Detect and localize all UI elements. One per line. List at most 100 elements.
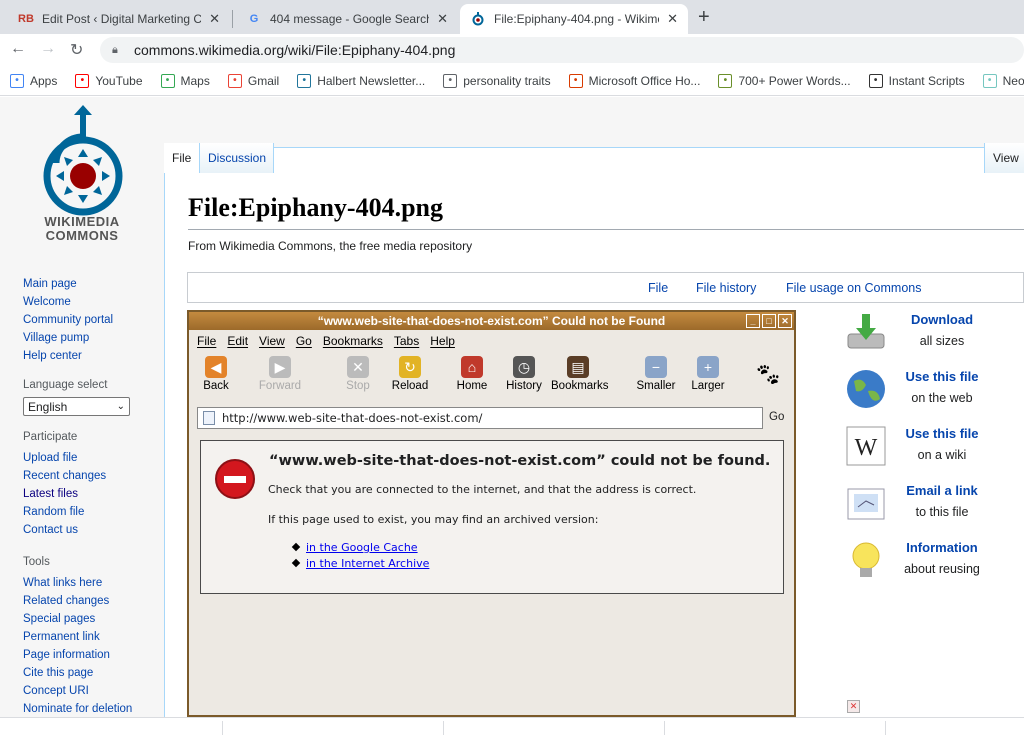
- page-tabs: File Discussion View: [164, 143, 1024, 173]
- file-tool-subtitle: all sizes: [919, 334, 965, 348]
- file-tool-4[interactable]: Information about reusing: [842, 538, 1024, 588]
- sidebar-item-recent-changes[interactable]: Recent changes: [23, 467, 158, 485]
- epiphany-larger-button: + Larger: [681, 356, 735, 392]
- sidebar-item-permanent-link[interactable]: Permanent link: [23, 628, 158, 646]
- file-tool-title[interactable]: Download: [890, 312, 994, 327]
- epiphany-reload-button: ↻ Reload: [383, 356, 437, 392]
- bookmark-item[interactable]: • Gmail: [227, 73, 280, 88]
- epiphany-toolbar: ◀ Back ▶ Forward ✕ Stop ↻ Reload ⌂ Home ◷ History ▤ B…: [189, 352, 794, 402]
- bookmarks-icon: ▤: [567, 356, 589, 378]
- close-tab-icon[interactable]: ✕: [667, 11, 678, 27]
- sidebar-item-concept-uri[interactable]: Concept URI: [23, 682, 158, 700]
- forward-arrow-icon[interactable]: →: [40, 40, 56, 58]
- file-tool-3[interactable]: Email a link to this file: [842, 481, 1024, 531]
- bookmark-item[interactable]: • Neora Fi: [982, 73, 1024, 88]
- close-tab-icon[interactable]: ✕: [437, 11, 448, 27]
- bookmark-item[interactable]: • personality traits: [443, 73, 551, 88]
- file-tool-2[interactable]: W Use this file on a wiki: [842, 424, 1024, 474]
- toolbar-label: Reload: [391, 380, 429, 392]
- close-tab-icon[interactable]: ✕: [209, 11, 220, 27]
- file-image[interactable]: “www.web-site-that-does-not-exist.com” C…: [187, 310, 796, 717]
- file-tool-1[interactable]: Use this file on the web: [842, 367, 1024, 417]
- language-select[interactable]: English ⌄: [23, 397, 130, 416]
- sidebar-item-latest-files[interactable]: Latest files: [23, 485, 158, 503]
- error-heading: “www.web-site-that-does-not-exist.com” c…: [269, 453, 771, 469]
- tab-title: Edit Post ‹ Digital Marketing Com: [42, 12, 202, 26]
- file-tool-title[interactable]: Use this file: [890, 426, 994, 441]
- back-arrow-icon[interactable]: ←: [10, 40, 26, 58]
- epiphany-location-bar: http://www.web-site-that-does-not-exist.…: [189, 402, 794, 434]
- bookmark-item[interactable]: • Halbert Newsletter...: [297, 73, 425, 88]
- globe-icon: •: [443, 73, 458, 88]
- address-bar-row: ← → ↻ 🔒︎ commons.wikimedia.org/wiki/File…: [0, 34, 1024, 66]
- bookmark-item[interactable]: • 700+ Power Words...: [718, 73, 851, 88]
- reload-icon[interactable]: ↻: [70, 40, 83, 60]
- link-file-history[interactable]: File history: [696, 281, 756, 295]
- epiphany-bookmarks-button: ▤ Bookmarks: [551, 356, 609, 392]
- office-icon: •: [568, 73, 583, 88]
- new-tab-button[interactable]: +: [698, 6, 710, 29]
- epiphany-url-field: http://www.web-site-that-does-not-exist.…: [197, 407, 763, 429]
- file-tool-subtitle: about reusing: [904, 562, 980, 576]
- epiphany-menu-view: View: [259, 334, 285, 348]
- sidebar-item-related-changes[interactable]: Related changes: [23, 592, 158, 610]
- error-text-2: If this page used to exist, you may find…: [268, 513, 599, 526]
- toolbar-label: Stop: [346, 380, 370, 392]
- sidebar-item-village-pump[interactable]: Village pump: [23, 329, 158, 347]
- bookmark-label: personality traits: [463, 73, 551, 88]
- bookmark-item[interactable]: • Instant Scripts: [868, 73, 965, 88]
- bookmark-label: Microsoft Office Ho...: [588, 73, 701, 88]
- google-cache-link: in the Google Cache: [306, 541, 418, 554]
- tab-view[interactable]: View: [984, 143, 1024, 173]
- gear-icon: •: [868, 73, 883, 88]
- browser-tab-active[interactable]: File:Epiphany-404.png - Wikimed ✕: [460, 4, 688, 34]
- link-file[interactable]: File: [648, 281, 668, 295]
- tab-file[interactable]: File: [164, 143, 200, 173]
- language-portlet: Language select English ⌄: [23, 379, 158, 416]
- bookmark-label: YouTube: [95, 73, 143, 88]
- url-field[interactable]: 🔒︎ commons.wikimedia.org/wiki/File:Epiph…: [100, 37, 1024, 63]
- bookmark-label: Neora Fi: [1002, 73, 1024, 88]
- sidebar-item-main-page[interactable]: Main page: [23, 275, 158, 293]
- sidebar-item-contact-us[interactable]: Contact us: [23, 521, 158, 539]
- tab-discussion[interactable]: Discussion: [200, 143, 274, 173]
- sidebar-item-page-information[interactable]: Page information: [23, 646, 158, 664]
- file-tool-subtitle: to this file: [915, 505, 969, 519]
- sidebar-item-upload-file[interactable]: Upload file: [23, 449, 158, 467]
- bookmark-item[interactable]: • Microsoft Office Ho...: [568, 73, 701, 88]
- sidebar-item-help-center[interactable]: Help center: [23, 347, 158, 365]
- bookmark-item[interactable]: • Maps: [160, 73, 210, 88]
- reload-icon: ↻: [399, 356, 421, 378]
- title-divider: [188, 229, 1024, 230]
- tab-divider: [232, 10, 233, 28]
- wikimedia-favicon-icon: [470, 11, 486, 27]
- epiphany-back-button: ◀ Back: [189, 356, 243, 392]
- tab-title: 404 message - Google Search: [270, 12, 430, 26]
- bookmark-label: Maps: [180, 73, 210, 88]
- bookmark-item[interactable]: • YouTube: [75, 73, 143, 88]
- file-tool-title[interactable]: Email a link: [890, 483, 994, 498]
- gmail-icon: •: [227, 73, 242, 88]
- bookmark-label: Gmail: [247, 73, 280, 88]
- forward-icon: ▶: [269, 356, 291, 378]
- file-tool-0[interactable]: Download all sizes: [842, 310, 1024, 360]
- sidebar-item-cite-this-page[interactable]: Cite this page: [23, 664, 158, 682]
- neora-icon: •: [982, 73, 997, 88]
- stop-sign-icon: [215, 459, 255, 499]
- sidebar-item-random-file[interactable]: Random file: [23, 503, 158, 521]
- epiphany-menu-edit: Edit: [227, 334, 249, 348]
- sidebar-item-special-pages[interactable]: Special pages: [23, 610, 158, 628]
- link-file-usage[interactable]: File usage on Commons: [786, 281, 921, 295]
- bookmark-item[interactable]: • Apps: [10, 73, 57, 88]
- file-tool-title[interactable]: Use this file: [890, 369, 994, 384]
- browser-tab[interactable]: G 404 message - Google Search ✕: [236, 4, 458, 34]
- file-tool-title[interactable]: Information: [890, 540, 994, 555]
- sidebar-item-what-links-here[interactable]: What links here: [23, 574, 158, 592]
- sidebar-item-community-portal[interactable]: Community portal: [23, 311, 158, 329]
- epiphany-menu-file: File: [197, 334, 217, 348]
- browser-tab[interactable]: RB Edit Post ‹ Digital Marketing Com ✕: [8, 4, 230, 34]
- file-tools-panel: Download all sizes Use this file on the web…: [842, 310, 1024, 640]
- navigation-portlet: Main page Welcome Community portal Village …: [23, 275, 158, 365]
- sidebar-item-nominate-for-deletion[interactable]: Nominate for deletion: [23, 700, 158, 717]
- sidebar-item-welcome[interactable]: Welcome: [23, 293, 158, 311]
